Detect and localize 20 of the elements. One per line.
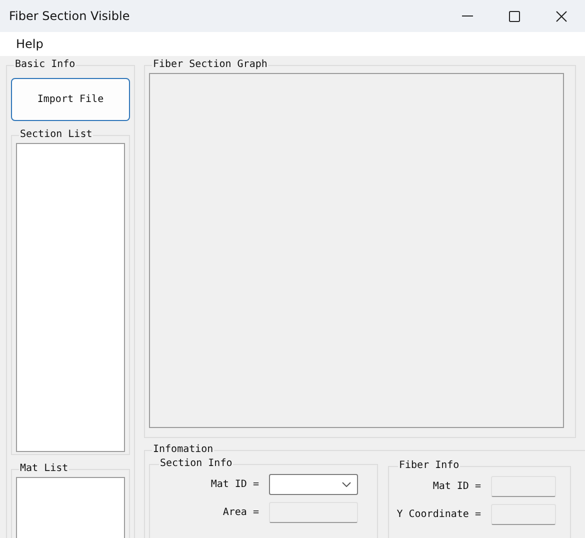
field-label: Mat ID = <box>432 481 481 492</box>
group-title: Fiber Section Graph <box>152 59 268 71</box>
field-label: Area = <box>222 507 259 518</box>
group-title: Mat List <box>19 463 70 475</box>
field-label: Y Coordinate = <box>396 509 481 520</box>
window-title: Fiber Section Visible <box>8 9 130 23</box>
menu-item[interactable]: Help <box>0 37 50 51</box>
group-title: Section Info <box>159 458 234 470</box>
import-file-button[interactable]: Import File <box>11 78 130 121</box>
group-title: Basic Info <box>14 59 76 71</box>
minimize-icon[interactable] <box>462 15 473 17</box>
group-title: Section List <box>19 129 94 141</box>
close-icon[interactable] <box>556 10 567 22</box>
caret-icon <box>342 482 351 487</box>
group-title: Fiber Info <box>398 460 460 472</box>
field-label: Mat ID = <box>210 479 259 490</box>
maximize-icon[interactable] <box>509 10 520 22</box>
mat-listbox[interactable] <box>16 477 125 538</box>
group-title: Infomation <box>152 444 214 456</box>
dropdown[interactable] <box>269 474 358 495</box>
